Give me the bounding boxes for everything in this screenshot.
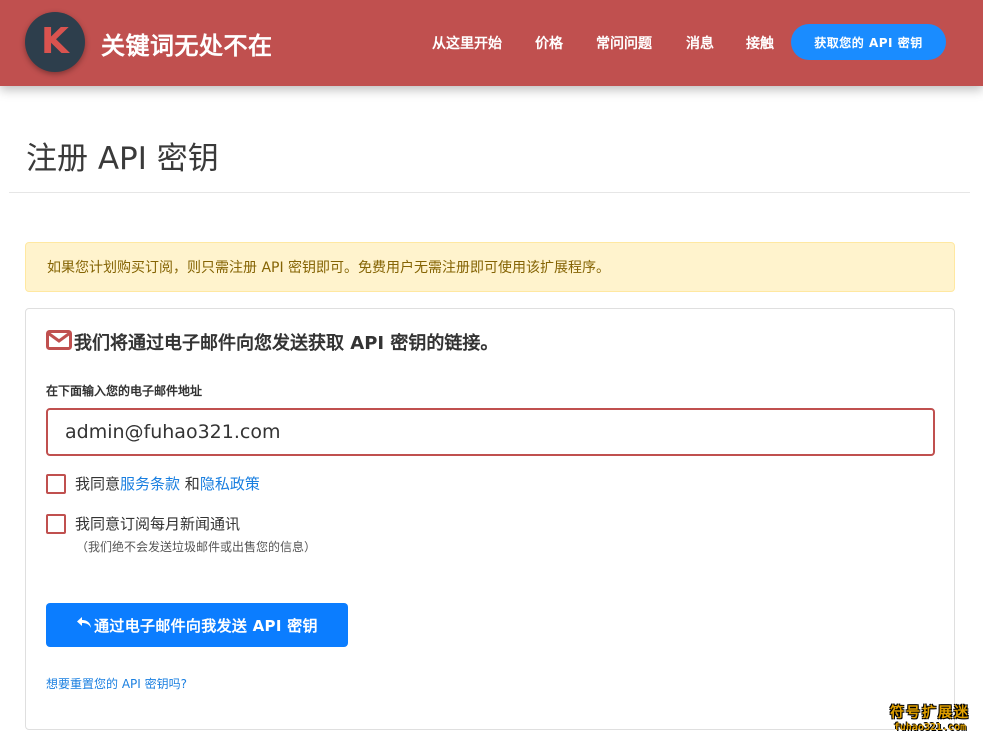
reset-api-key-link[interactable]: 想要重置您的 API 密钥吗? — [46, 675, 187, 692]
nav-link-contact[interactable]: 接触 — [746, 33, 774, 53]
page-title: 注册 API 密钥 — [26, 141, 219, 177]
top-navbar: K 关键词无处不在 从这里开始 价格 常问问题 消息 接触 获取您的 API 密… — [0, 0, 983, 86]
watermark-url: fuhao321.com — [893, 722, 967, 733]
reply-arrow-icon — [76, 616, 94, 634]
logo[interactable]: K — [25, 12, 85, 72]
send-api-key-label: 通过电子邮件向我发送 API 密钥 — [94, 616, 318, 635]
newsletter-note: （我们绝不会发送垃圾邮件或出售您的信息） — [76, 540, 317, 554]
terms-agree-row[interactable]: 我同意服务条款 和隐私政策 — [46, 474, 260, 494]
get-api-key-button[interactable]: 获取您的 API 密钥 — [791, 24, 946, 60]
newsletter-checkbox[interactable] — [46, 514, 66, 534]
form-heading-text: 我们将通过电子邮件向您发送获取 API 密钥的链接。 — [74, 333, 499, 354]
terms-prefix: 我同意 — [75, 475, 121, 493]
newsletter-label: 我同意订阅每月新闻通讯 — [75, 515, 241, 533]
terms-checkbox[interactable] — [46, 474, 66, 494]
send-api-key-button[interactable]: 通过电子邮件向我发送 API 密钥 — [46, 603, 348, 647]
terms-label: 我同意服务条款 和隐私政策 — [75, 474, 260, 494]
info-alert: 如果您计划购买订阅，则只需注册 API 密钥即可。免费用户无需注册即可使用该扩展… — [25, 242, 955, 292]
form-heading: 我们将通过电子邮件向您发送获取 API 密钥的链接。 — [46, 329, 498, 355]
terms-joiner: 和 — [180, 475, 200, 493]
newsletter-agree-row[interactable]: 我同意订阅每月新闻通讯 — [46, 514, 240, 534]
email-label: 在下面输入您的电子邮件地址 — [46, 384, 203, 398]
privacy-policy-link[interactable]: 隐私政策 — [200, 475, 260, 493]
brand-title[interactable]: 关键词无处不在 — [101, 26, 273, 61]
nav-link-news[interactable]: 消息 — [686, 33, 714, 53]
watermark-text: 符号扩展迷 — [890, 705, 970, 721]
nav-link-pricing[interactable]: 价格 — [535, 33, 563, 53]
envelope-icon — [46, 329, 74, 355]
site-watermark: 符号扩展迷 fuhao321.com — [884, 702, 976, 733]
email-input[interactable] — [46, 408, 935, 456]
logo-letter: K — [41, 21, 69, 62]
terms-of-service-link[interactable]: 服务条款 — [120, 475, 180, 493]
nav-link-faq[interactable]: 常问问题 — [596, 33, 652, 53]
title-divider — [9, 192, 970, 193]
alert-text: 如果您计划购买订阅，则只需注册 API 密钥即可。免费用户无需注册即可使用该扩展… — [47, 260, 611, 276]
api-key-form-card: 我们将通过电子邮件向您发送获取 API 密钥的链接。 在下面输入您的电子邮件地址… — [25, 308, 955, 730]
nav-link-get-started[interactable]: 从这里开始 — [432, 33, 502, 53]
